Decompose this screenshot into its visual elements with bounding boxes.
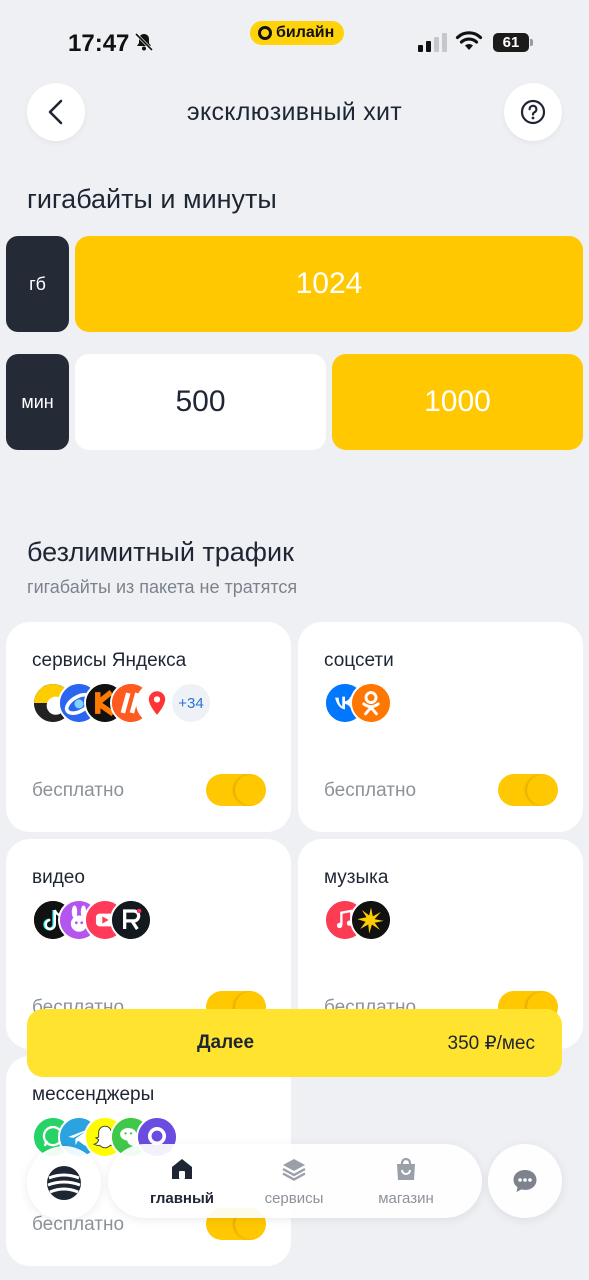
next-label: Далее [197, 1032, 255, 1053]
page-title: эксклюзивный хит [186, 98, 403, 126]
yandex-music-icon [350, 899, 392, 941]
layers-icon [282, 1159, 306, 1181]
chat-bubble-icon [513, 1170, 537, 1192]
nav-item-main[interactable]: главный [122, 1156, 242, 1207]
carrier-name: билайн [276, 24, 335, 41]
min-row-label: мин [6, 354, 69, 450]
card-title: видео [32, 867, 85, 888]
beeline-logo-icon [258, 26, 272, 40]
shopping-bag-icon [397, 1157, 415, 1180]
package-heading: гигабайты и минуты [27, 184, 277, 214]
help-button[interactable] [504, 83, 562, 141]
nav-item-services[interactable]: сервисы [234, 1156, 354, 1207]
card-title: мессенджеры [32, 1084, 155, 1105]
battery-indicator: 61 [493, 33, 533, 52]
card-title: музыка [324, 867, 389, 888]
card-price: бесплатно [324, 780, 417, 801]
card-title: сервисы Яндекса [32, 650, 187, 671]
unlimited-heading: безлимитный трафик [27, 537, 294, 567]
home-icon [172, 1159, 192, 1179]
wifi-icon [455, 30, 483, 57]
min-option-500[interactable]: 500 [75, 354, 326, 450]
toggle-switch[interactable] [206, 774, 266, 806]
card-price: бесплатно [32, 780, 125, 801]
status-time: 17:47 [68, 30, 130, 57]
nav-label: сервисы [264, 1190, 324, 1207]
nav-label: магазин [378, 1190, 434, 1207]
gb-row-label: гб [6, 236, 69, 332]
status-bar: 17:47 билайн 61 [0, 0, 589, 80]
gb-option-1024[interactable]: 1024 [75, 236, 583, 332]
chat-button[interactable] [488, 1144, 562, 1218]
odnoklassniki-icon [350, 682, 392, 724]
beeline-logo-icon [47, 1166, 81, 1200]
toggle-switch[interactable] [498, 774, 558, 806]
bell-muted-icon [134, 32, 154, 57]
question-circle-icon [520, 99, 546, 125]
nav-label: главный [149, 1190, 215, 1207]
card-price: бесплатно [32, 1214, 125, 1235]
bottom-nav: главный сервисы магазин [108, 1144, 482, 1218]
tariff-constructor-screen: 17:47 билайн 61 эксклюзивный хит гигабай… [0, 0, 589, 1280]
unlimited-subheading: гигабайты из пакета не тратятся [27, 577, 298, 597]
more-apps-count: +34 [170, 682, 212, 724]
rutube-icon [110, 899, 152, 941]
nav-item-shop[interactable]: магазин [346, 1156, 466, 1207]
card-social[interactable]: соцсети бесплатно [298, 622, 583, 832]
card-yandex-services[interactable]: сервисы Яндекса +34 бесплатно [6, 622, 291, 832]
total-price: 350 ₽/мес [447, 1033, 535, 1054]
beeline-home-button[interactable] [27, 1146, 101, 1220]
next-button[interactable]: Далее 350 ₽/мес [27, 1009, 562, 1077]
card-title: соцсети [324, 650, 394, 671]
carrier-badge: билайн [250, 21, 345, 45]
min-option-1000[interactable]: 1000 [332, 354, 583, 450]
cellular-signal-icon [418, 33, 447, 52]
